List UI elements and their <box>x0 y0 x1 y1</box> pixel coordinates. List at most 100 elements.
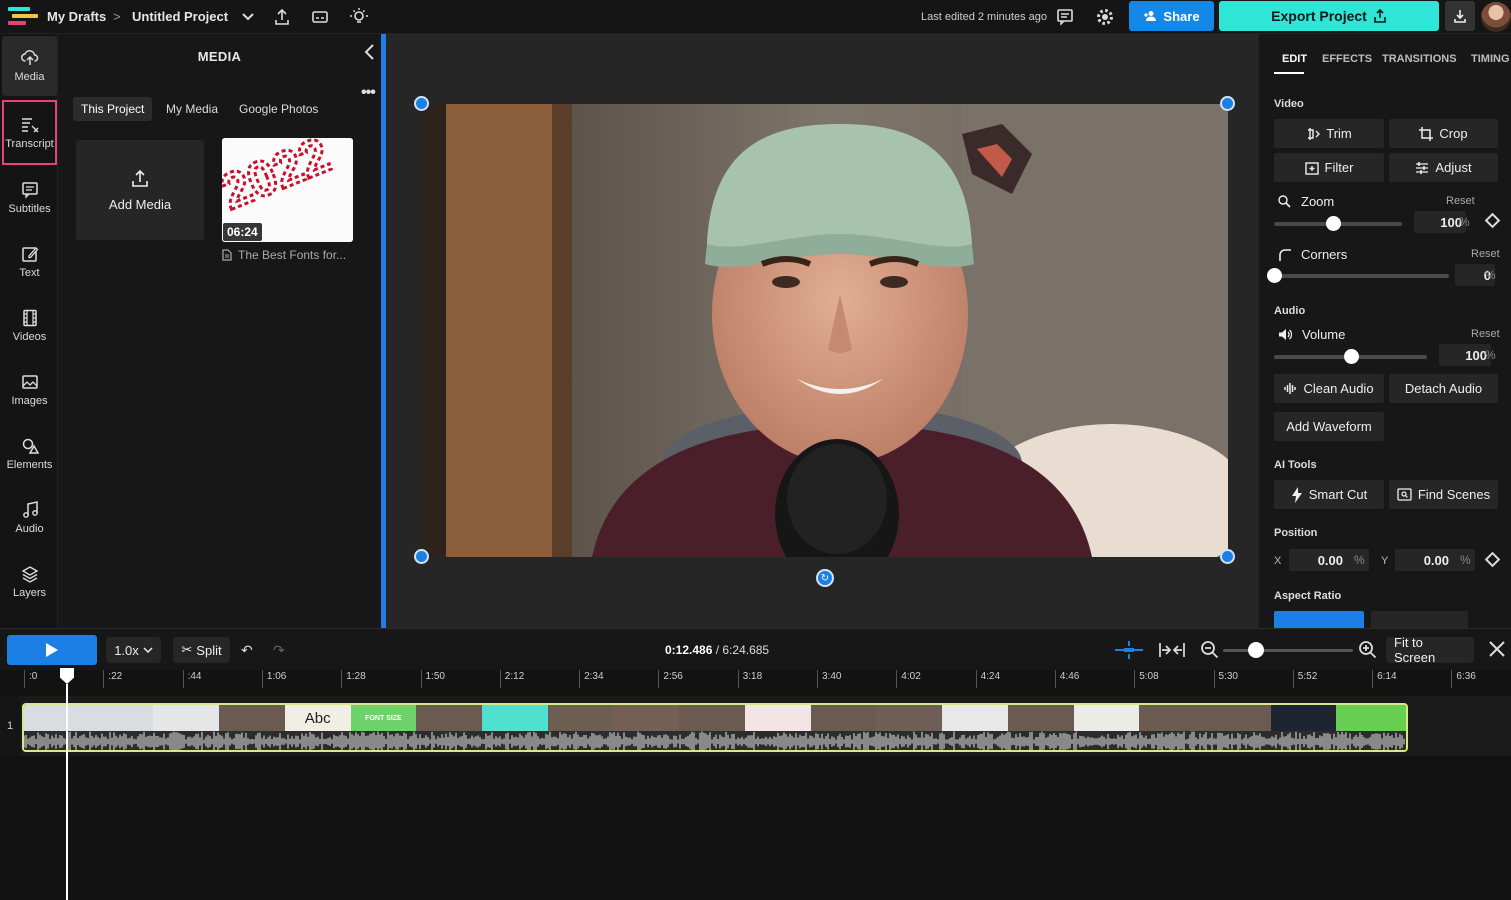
ruler-tick: :22 <box>103 670 122 688</box>
aspect-locked-button[interactable] <box>1371 611 1468 628</box>
resize-handle-bottom-right[interactable] <box>1220 549 1235 564</box>
rail-item-transcript[interactable]: Transcript <box>2 100 57 165</box>
playhead-line[interactable] <box>66 684 68 900</box>
volume-reset-link[interactable]: Reset <box>1471 328 1500 340</box>
trim-button[interactable]: Trim <box>1274 119 1384 148</box>
lightbulb-icon[interactable] <box>349 7 369 27</box>
corners-reset-link[interactable]: Reset <box>1471 248 1500 260</box>
video-preview[interactable] <box>422 104 1228 557</box>
corners-slider-knob[interactable] <box>1267 268 1282 283</box>
playback-speed-select[interactable]: 1.0x <box>106 637 161 663</box>
app-logo[interactable] <box>8 7 38 27</box>
zoom-in-icon[interactable] <box>1358 640 1378 660</box>
user-avatar[interactable] <box>1481 2 1511 32</box>
timeline-ruler[interactable]: :0:22:44 1:06 1:28 1:50 2:12 2:34 2:56 3:18 3:40… <box>0 670 1511 696</box>
add-media-button[interactable]: Add Media <box>76 140 204 240</box>
rail-label: Images <box>11 395 48 407</box>
rail-label: Videos <box>12 331 47 343</box>
detach-audio-button[interactable]: Detach Audio <box>1389 374 1498 403</box>
rail-item-images[interactable]: Images <box>2 360 57 420</box>
rail-item-subtitles[interactable]: Subtitles <box>2 168 57 228</box>
zoom-slider-knob[interactable] <box>1325 216 1341 231</box>
resize-handle-top-left[interactable] <box>414 96 429 111</box>
zoom-percent-unit: % <box>1459 215 1470 229</box>
smart-cut-button[interactable]: Smart Cut <box>1274 480 1384 509</box>
export-project-button[interactable]: Export Project <box>1219 1 1439 31</box>
resize-handle-bottom-left[interactable] <box>414 549 429 564</box>
rail-item-audio[interactable]: Audio <box>2 488 57 548</box>
tab-my-media[interactable]: My Media <box>158 97 226 121</box>
upload-icon[interactable] <box>272 7 292 27</box>
media-thumbnail[interactable]: 2022 06:24 <box>222 138 353 242</box>
zoom-reset-link[interactable]: Reset <box>1446 195 1475 207</box>
music-note-icon <box>22 501 38 518</box>
redo-icon[interactable]: ↷ <box>273 642 285 659</box>
split-button[interactable]: ✂ Split <box>173 637 230 663</box>
timeline-zoom-track[interactable] <box>1223 649 1353 652</box>
timeline-zoom-knob[interactable] <box>1247 642 1264 658</box>
clip-frame-abc: Abc <box>284 705 351 731</box>
rail-item-layers[interactable]: Layers <box>2 552 57 612</box>
tab-edit[interactable]: EDIT <box>1282 53 1307 65</box>
collapse-chevron-left-icon[interactable] <box>362 43 378 61</box>
film-icon <box>22 309 37 327</box>
find-scenes-label: Find Scenes <box>1417 487 1491 502</box>
close-icon[interactable] <box>1487 639 1507 659</box>
subtitles-icon <box>21 182 38 199</box>
tab-transitions[interactable]: TRANSITIONS <box>1382 53 1457 65</box>
crop-button[interactable]: Crop <box>1389 119 1498 148</box>
chevron-down-icon[interactable] <box>238 7 258 27</box>
crop-label: Crop <box>1439 126 1468 141</box>
corners-slider-track[interactable] <box>1274 274 1449 278</box>
download-button[interactable] <box>1445 1 1475 31</box>
filter-button[interactable]: Filter <box>1274 153 1384 182</box>
tab-effects[interactable]: EFFECTS <box>1322 53 1372 65</box>
fit-to-screen-button[interactable]: Fit to Screen <box>1386 635 1474 665</box>
timeline-track: 1 Abc FONT SIZE <box>0 696 1511 756</box>
more-options-icon[interactable]: ••• <box>361 84 376 102</box>
top-bar: My Drafts > Untitled Project Last edited… <box>0 0 1511 34</box>
ruler-tick: 5:30 <box>1213 670 1238 688</box>
zoom-out-icon[interactable] <box>1200 640 1220 660</box>
track-number: 1 <box>0 696 20 756</box>
volume-value-field[interactable]: 100 <box>1439 344 1491 366</box>
position-y-unit: % <box>1460 553 1471 567</box>
volume-label-text: Volume <box>1302 327 1346 342</box>
speaker-icon <box>1279 329 1292 340</box>
video-clip[interactable]: Abc FONT SIZE <box>22 703 1408 752</box>
clip-frame-strip: Abc FONT SIZE <box>24 705 1406 731</box>
comments-icon[interactable] <box>1055 7 1075 27</box>
text-edit-icon <box>21 247 38 262</box>
ruler-tick: 6:36 <box>1451 670 1476 688</box>
tab-google-photos[interactable]: Google Photos <box>231 97 326 121</box>
volume-slider-knob[interactable] <box>1343 349 1359 364</box>
rail-item-text[interactable]: Text <box>2 232 57 292</box>
tab-this-project[interactable]: This Project <box>73 97 153 121</box>
clean-audio-button[interactable]: Clean Audio <box>1274 374 1384 403</box>
share-button[interactable]: Share <box>1129 1 1214 31</box>
media-panel-title: MEDIA <box>197 49 242 64</box>
undo-icon[interactable]: ↶ <box>241 642 253 659</box>
add-waveform-button[interactable]: Add Waveform <box>1274 412 1384 441</box>
tab-timing[interactable]: TIMING <box>1471 53 1510 65</box>
captions-icon[interactable] <box>310 7 330 27</box>
play-button[interactable] <box>7 635 97 665</box>
settings-gear-icon[interactable] <box>1095 7 1115 27</box>
section-position: Position <box>1274 527 1318 539</box>
fit-clips-icon[interactable] <box>1158 641 1186 659</box>
resize-handle-top-right[interactable] <box>1220 96 1235 111</box>
breadcrumb-my-drafts[interactable]: My Drafts <box>47 9 106 24</box>
position-keyframe-icon[interactable] <box>1484 551 1501 568</box>
aspect-unlocked-button[interactable] <box>1274 611 1364 628</box>
rail-item-media[interactable]: Media <box>2 36 57 96</box>
zoom-keyframe-icon[interactable] <box>1484 212 1501 229</box>
project-name[interactable]: Untitled Project <box>132 9 228 24</box>
snap-magnet-icon[interactable] <box>1115 641 1143 659</box>
adjust-button[interactable]: Adjust <box>1389 153 1498 182</box>
rotate-handle-icon[interactable]: ↻ <box>816 569 834 587</box>
rail-item-videos[interactable]: Videos <box>2 296 57 356</box>
find-scenes-button[interactable]: Find Scenes <box>1389 480 1498 509</box>
volume-value: 100 <box>1465 347 1487 363</box>
rail-item-elements[interactable]: Elements <box>2 424 57 484</box>
image-icon <box>21 375 38 389</box>
